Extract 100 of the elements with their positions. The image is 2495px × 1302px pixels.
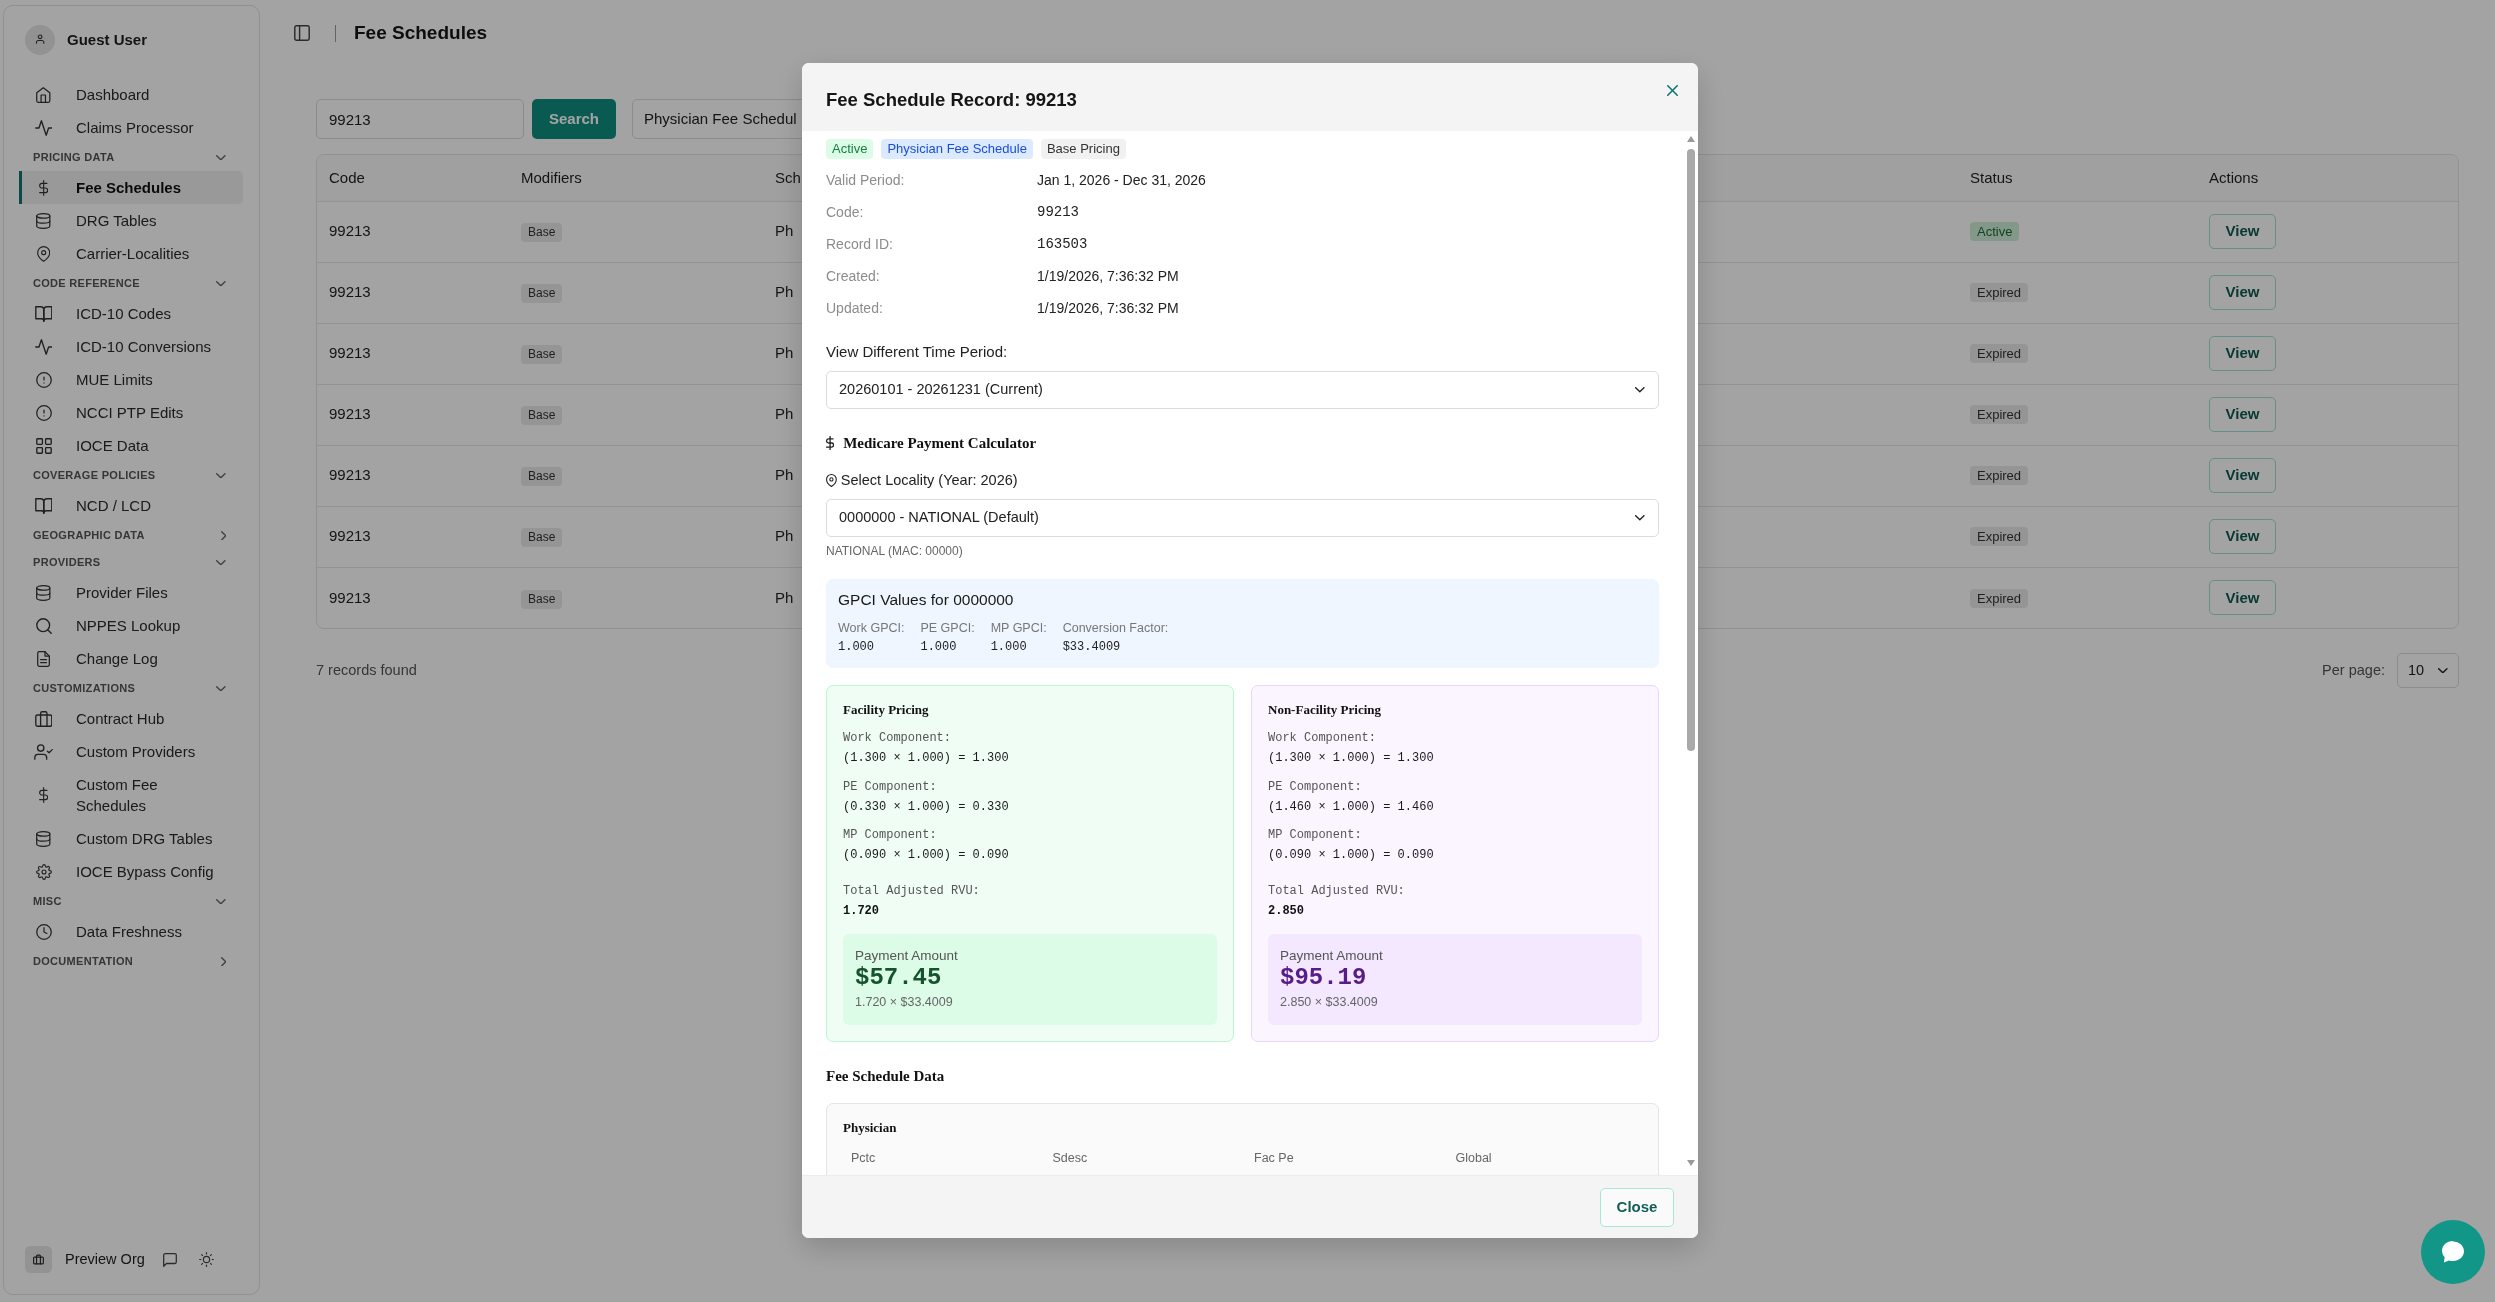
total-label: Total Adjusted RVU: [843,883,981,900]
status-tag: Expired [1970,588,2029,608]
sidebar-item[interactable]: Custom Providers [19,735,243,768]
chevron-down-icon [2438,667,2448,674]
sidebar-item[interactable]: Claims Processor [19,111,243,144]
chat-icon [2442,1241,2464,1263]
sidebar-item[interactable]: Fee Schedules [19,171,243,204]
view-button[interactable]: View [2209,275,2276,310]
view-button[interactable]: View [2209,580,2276,616]
sidebar-item[interactable]: NPPES Lookup [19,609,243,642]
detail-label: Record ID: [826,234,894,254]
section-header[interactable]: CUSTOMIZATIONS [19,675,243,702]
table-cell: 99213 [329,344,371,362]
sidebar-item[interactable]: Change Log [19,642,243,675]
book-icon [34,497,53,514]
modifier-tag: Base [521,528,563,548]
sidebar-item[interactable]: IOCE Bypass Config [19,855,243,888]
map-pin-icon [826,473,837,487]
component-formula: (0.090 × 1.000) = 0.090 [1268,847,1435,864]
view-button[interactable]: View [2209,336,2276,371]
status-tag: Active [1970,222,2020,242]
payment-amount: $57.45 [855,964,943,992]
component-label: Work Component: [1268,730,1378,747]
component-formula: (0.330 × 1.000) = 0.330 [843,798,1010,816]
sidebar-item[interactable]: DRG Tables [19,204,243,237]
status-tag: Expired [1970,283,2029,303]
section-header[interactable]: GEOGRAPHIC DATA [19,522,243,549]
detail-value: 1/19/2026, 7:36:32 PM [1037,298,1179,318]
table-cell: Ph [775,344,794,362]
section-header[interactable]: PROVIDERS [19,549,243,576]
section-header[interactable]: COVERAGE POLICIES [19,462,243,489]
section-header[interactable]: PRICING DATA [19,144,243,171]
detail-label: Created: [826,266,881,286]
alert-icon [35,404,52,421]
field-label: Fac Pe [1253,1150,1295,1166]
table-cell: 99213 [329,466,371,484]
sidebar-item[interactable]: MUE Limits [19,363,243,396]
payment-amount: $95.19 [1280,964,1368,992]
sidebar-item[interactable]: Dashboard [19,78,243,111]
dollar-icon [38,787,49,803]
book-icon [34,305,53,322]
table-cell: Ph [775,222,794,240]
component-label: MP Component: [843,827,938,844]
database-icon [36,830,51,847]
gpci-value: 1.000 [838,639,875,656]
component-label: PE Component: [1268,778,1363,796]
gpci-label: Work GPCI: [838,620,905,636]
page-title: Fee Schedules [354,21,488,45]
table-cell: Ph [775,405,794,423]
per-page-select[interactable]: 10 [2397,653,2459,688]
gpci-value: $33.4009 [1062,639,1122,656]
section-header[interactable]: CODE REFERENCE [19,270,243,297]
view-button[interactable]: View [2209,397,2276,432]
table-cell: 99213 [329,405,371,423]
record-tag: Physician Fee Schedule [881,139,1033,159]
section-header[interactable]: MISC [19,888,243,915]
modifier-tag: Base [521,589,563,609]
table-cell: Ph [775,466,794,484]
sidebar-item[interactable]: Carrier-Localities [19,237,243,270]
panel-title: GPCI Values for 0000000 [838,590,1015,610]
message-icon [163,1252,177,1267]
view-button[interactable]: View [2209,519,2276,554]
field-label: Select Locality (Year: 2026) [840,471,1018,490]
sidebar-item[interactable]: Provider Files [19,576,243,609]
sidebar-item[interactable]: Custom Fee Schedules [19,768,243,822]
sidebar-item[interactable]: IOCE Data [19,429,243,462]
table-cell: 99213 [329,222,371,240]
sidebar-toggle[interactable] [291,22,313,44]
view-button[interactable]: View [2209,214,2276,249]
period-select[interactable]: 20260101 - 20261231 (Current) [826,371,1659,409]
component-label: PE Component: [843,778,938,796]
sidebar-item[interactable]: Contract Hub [19,702,243,735]
sidebar-item[interactable]: NCCI PTP Edits [19,396,243,429]
section-title: Medicare Payment Calculator [843,434,1037,453]
theme-button[interactable] [196,1249,217,1270]
sidebar-item[interactable]: ICD-10 Codes [19,297,243,330]
modifier-tag: Base [521,284,563,304]
column-header: Sch [775,168,801,186]
document-icon [36,650,51,667]
dollar-icon [38,179,49,196]
sidebar-item[interactable]: ICD-10 Conversions [19,330,243,363]
gpci-label: PE GPCI: [920,620,975,636]
view-button[interactable]: View [2209,458,2276,493]
pulse-icon [34,119,53,136]
close-button[interactable] [1664,82,1681,99]
search-icon [35,617,52,634]
section-header[interactable]: DOCUMENTATION [19,948,243,975]
close-button[interactable]: Close [1600,1187,1674,1227]
sidebar-item[interactable]: Custom DRG Tables [19,822,243,855]
component-label: MP Component: [1268,827,1363,844]
column-header: Actions [2209,168,2259,186]
settings-icon [35,863,52,880]
modifier-tag: Base [521,345,563,365]
sidebar-item[interactable]: NCD / LCD [19,489,243,522]
search-field[interactable]: 99213 [316,99,524,139]
locality-select[interactable]: 0000000 - NATIONAL (Default) [826,499,1659,537]
component-formula: (0.090 × 1.000) = 0.090 [843,847,1010,864]
sidebar-item[interactable]: Data Freshness [19,915,243,948]
total-value: 1.720 [843,903,880,920]
field-label: Global [1454,1150,1493,1166]
